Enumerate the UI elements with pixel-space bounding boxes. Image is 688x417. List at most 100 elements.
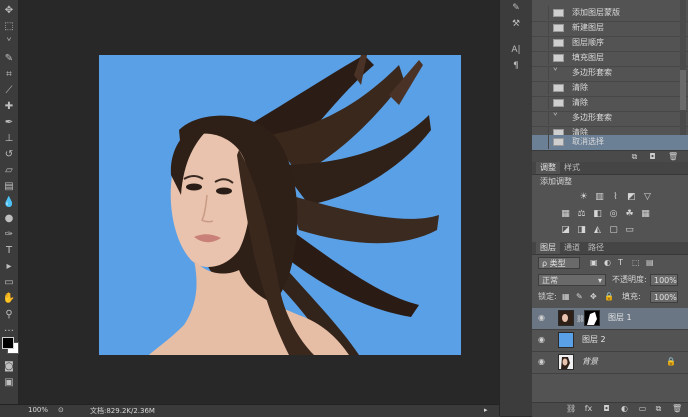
hue-saturation-icon[interactable]: ▦ <box>560 209 571 219</box>
layer-name: 图层 2 <box>582 335 606 344</box>
dodge-tool-icon[interactable]: ● <box>2 212 16 226</box>
tab-paths[interactable]: 路径 <box>584 242 608 254</box>
layers-tabbar: 图层 通道 路径 <box>532 242 688 255</box>
lock-all-icon[interactable]: 🔒 <box>604 291 614 303</box>
vibrance-icon[interactable]: ▽ <box>642 192 653 202</box>
filter-pixel-icon[interactable]: ▣ <box>590 257 598 269</box>
foreground-color-swatch[interactable] <box>2 337 14 349</box>
eye-icon[interactable]: ◉ <box>538 336 548 344</box>
marquee-tool-icon[interactable]: ⬚ <box>2 20 16 34</box>
invert-icon[interactable]: ◪ <box>560 225 571 235</box>
color-swatches[interactable] <box>2 337 19 354</box>
path-select-tool-icon[interactable]: ▸ <box>2 260 16 274</box>
new-layer-icon[interactable]: ⧉ <box>654 404 663 413</box>
lock-position-icon[interactable]: ✥ <box>590 291 597 303</box>
layer-style-icon[interactable]: fx <box>584 404 593 413</box>
document-canvas[interactable] <box>99 55 461 355</box>
tool-presets-icon[interactable]: ⚒ <box>506 18 526 30</box>
panel-icon-strip: ✎ ⚒ A| ¶ <box>499 0 533 416</box>
more-tools-icon[interactable]: … <box>2 322 16 336</box>
zoom-level[interactable]: 100% <box>28 406 48 414</box>
lock-transparency-icon[interactable]: ▦ <box>562 291 570 303</box>
photo-filter-icon[interactable]: ◎ <box>608 209 619 219</box>
history-brush-tool-icon[interactable]: ↺ <box>2 148 16 162</box>
layer-row[interactable]: ◉ ⛓ 图层 1 <box>532 308 688 330</box>
history-step-icon <box>553 39 564 47</box>
history-item[interactable]: 添加图层蒙版 <box>532 6 688 22</box>
channel-mixer-icon[interactable]: ☘ <box>624 209 635 219</box>
black-white-icon[interactable]: ◧ <box>592 209 603 219</box>
zoom-tool-icon[interactable]: ⚲ <box>2 308 16 322</box>
filter-type-icon[interactable]: T <box>618 257 623 269</box>
snapshot-icon[interactable]: ◘ <box>648 152 657 161</box>
layer-mask-thumbnail[interactable] <box>584 310 600 326</box>
brightness-contrast-icon[interactable]: ☀ <box>578 192 589 202</box>
status-arrow-icon[interactable]: ▸ <box>484 406 488 414</box>
paragraph-panel-icon[interactable]: ¶ <box>506 60 526 72</box>
screen-mode-icon[interactable]: ▣ <box>2 376 16 390</box>
posterize-icon[interactable]: ◨ <box>576 225 587 235</box>
tab-channels[interactable]: 通道 <box>560 242 584 254</box>
history-item[interactable]: 填充图层 <box>532 51 688 67</box>
history-scrollbar[interactable] <box>680 0 686 135</box>
blur-tool-icon[interactable]: 💧 <box>2 196 16 210</box>
crop-tool-icon[interactable]: ⌗ <box>2 68 16 82</box>
filter-smart-icon[interactable]: ▤ <box>646 257 654 269</box>
add-mask-icon[interactable]: ◘ <box>602 404 611 413</box>
color-balance-icon[interactable]: ⚖ <box>576 209 587 219</box>
eye-icon[interactable]: ◉ <box>538 358 548 366</box>
status-menu-icon[interactable]: ⊙ <box>58 406 64 414</box>
filter-adjust-icon[interactable]: ◐ <box>604 257 611 269</box>
new-group-icon[interactable]: ▭ <box>638 404 647 413</box>
history-step-icon <box>553 84 564 92</box>
lasso-tool-icon[interactable]: ᘁ <box>2 36 16 50</box>
tab-adjustments[interactable]: 调整 <box>536 162 560 174</box>
new-adjustment-icon[interactable]: ◐ <box>620 404 629 413</box>
history-item[interactable]: 图层顺序 <box>532 36 688 52</box>
clone-stamp-tool-icon[interactable]: ⊥ <box>2 132 16 146</box>
history-item[interactable]: ᘁ 多边形套索 <box>532 66 688 82</box>
type-tool-icon[interactable]: T <box>2 244 16 258</box>
tab-styles[interactable]: 样式 <box>560 162 584 174</box>
history-item[interactable]: ᘁ 多边形套索 <box>532 111 688 127</box>
brush-presets-icon[interactable]: ✎ <box>506 2 526 14</box>
threshold-icon[interactable]: ◭ <box>592 225 603 235</box>
history-item-active[interactable]: 取消选择 <box>532 135 688 151</box>
layer-thumbnail <box>558 354 574 370</box>
history-item[interactable]: 新建图层 <box>532 21 688 37</box>
fill-field[interactable]: 100% <box>650 291 678 303</box>
move-tool-icon[interactable]: ✥ <box>2 4 16 18</box>
character-panel-icon[interactable]: A| <box>506 44 526 56</box>
delete-layer-icon[interactable]: 🗑 <box>672 404 682 413</box>
quick-select-tool-icon[interactable]: ✎ <box>2 52 16 66</box>
layer-row[interactable]: ◉ 图层 2 <box>532 330 688 352</box>
healing-brush-tool-icon[interactable]: ✚ <box>2 100 16 114</box>
quick-mask-icon[interactable]: ◙ <box>2 360 16 374</box>
history-item[interactable]: 清除 <box>532 96 688 112</box>
levels-icon[interactable]: ▥ <box>594 192 605 202</box>
new-document-from-state-icon[interactable]: ⧉ <box>630 152 639 161</box>
layer-row[interactable]: ◉ 背景 🔒 <box>532 352 688 374</box>
shape-tool-icon[interactable]: ▭ <box>2 276 16 290</box>
tab-layers[interactable]: 图层 <box>536 242 560 254</box>
selective-color-icon[interactable]: ▢ <box>608 225 619 235</box>
color-lookup-icon[interactable]: ▦ <box>640 209 651 219</box>
gradient-map-icon[interactable]: ▭ <box>624 225 635 235</box>
history-item[interactable]: 清除 <box>532 81 688 97</box>
blend-mode-select[interactable]: 正常 ▾ <box>538 274 606 286</box>
hand-tool-icon[interactable]: ✋ <box>2 292 16 306</box>
filter-shape-icon[interactable]: ⬚ <box>632 257 640 269</box>
pen-tool-icon[interactable]: ✑ <box>2 228 16 242</box>
link-layers-icon[interactable]: ⛓ <box>566 404 576 413</box>
delete-icon[interactable]: 🗑 <box>668 152 678 161</box>
eyedropper-tool-icon[interactable]: ⟋ <box>2 84 16 98</box>
layer-filter-select[interactable]: ρ 类型 <box>538 257 580 269</box>
gradient-tool-icon[interactable]: ▤ <box>2 180 16 194</box>
exposure-icon[interactable]: ◩ <box>626 192 637 202</box>
curves-icon[interactable]: ⌇ <box>610 192 621 202</box>
eraser-tool-icon[interactable]: ▱ <box>2 164 16 178</box>
lock-image-icon[interactable]: ✎ <box>576 291 583 303</box>
brush-tool-icon[interactable]: ✒ <box>2 116 16 130</box>
opacity-field[interactable]: 100% <box>650 274 678 286</box>
eye-icon[interactable]: ◉ <box>538 314 548 322</box>
